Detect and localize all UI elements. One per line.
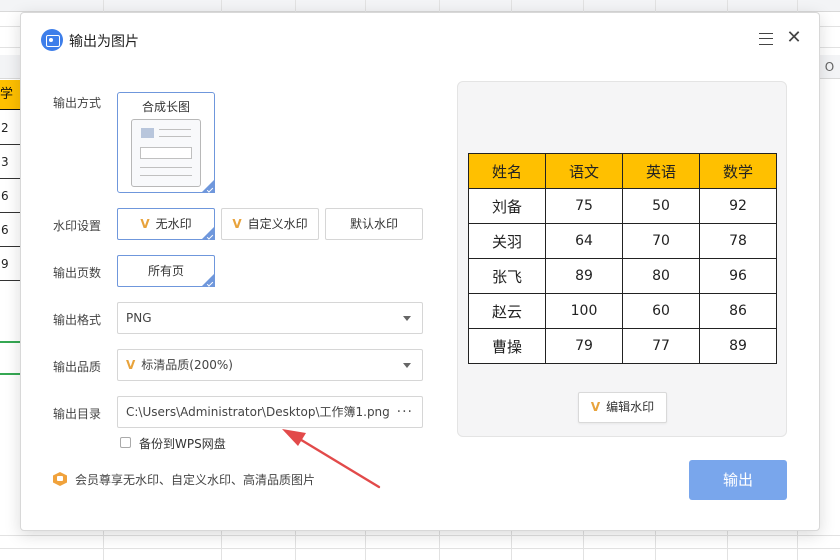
sheet-cell[interactable]: 3 [0, 145, 20, 179]
default-watermark-option[interactable]: 默认水印 [325, 208, 423, 240]
row-header-corner [0, 55, 22, 79]
dialog-header: 输出为图片 ✕ [21, 13, 819, 67]
table-cell: 50 [622, 188, 700, 224]
preview-table: 姓名 语文 英语 数学 刘备 75 50 92 关羽 64 70 78 张飞 8… [468, 153, 777, 364]
table-cell: 78 [699, 223, 777, 259]
chevron-down-icon [403, 316, 411, 321]
chevron-down-icon [403, 363, 411, 368]
sheet-column-header-bar [0, 0, 840, 12]
vip-badge-icon [53, 472, 67, 486]
long-image-option-label: 合成长图 [141, 100, 190, 114]
selected-check-icon [206, 280, 214, 287]
preview-header-cell: 语文 [545, 153, 623, 189]
selected-check-icon [206, 233, 214, 240]
preview-panel: 姓名 语文 英语 数学 刘备 75 50 92 关羽 64 70 78 张飞 8… [457, 81, 787, 437]
all-pages-option[interactable]: 所有页 [117, 255, 215, 287]
watermark-label: 水印设置 [53, 219, 102, 233]
table-cell: 92 [699, 188, 777, 224]
sheet-cell[interactable]: 9 [0, 247, 20, 281]
table-cell: 77 [622, 328, 700, 364]
table-cell: 曹操 [468, 328, 546, 364]
long-image-thumbnail-icon [131, 119, 201, 187]
column-header-o[interactable]: O [818, 55, 840, 79]
custom-watermark-option[interactable]: V 自定义水印 [221, 208, 319, 240]
preview-header-row: 姓名 语文 英语 数学 [468, 153, 777, 189]
pages-label: 输出页数 [53, 266, 102, 280]
custom-watermark-label: 自定义水印 [247, 217, 308, 231]
vip-icon: V [140, 217, 150, 231]
table-row: 赵云 100 60 86 [468, 293, 777, 329]
table-row: 关羽 64 70 78 [468, 223, 777, 259]
sheet-cell[interactable]: 6 [0, 213, 20, 247]
preview-header-cell: 姓名 [468, 153, 546, 189]
long-image-option[interactable]: 合成长图 [117, 92, 215, 193]
table-cell: 96 [699, 258, 777, 294]
table-cell: 79 [545, 328, 623, 364]
table-cell: 100 [545, 293, 623, 329]
vip-icon: V [590, 400, 601, 414]
table-cell: 89 [699, 328, 777, 364]
directory-path: C:\Users\Administrator\Desktop\工作簿1.png [126, 405, 390, 419]
format-select[interactable]: PNG [117, 302, 423, 334]
close-icon[interactable]: ✕ [786, 29, 802, 47]
all-pages-label: 所有页 [147, 264, 184, 278]
table-cell: 60 [622, 293, 700, 329]
table-cell: 89 [545, 258, 623, 294]
selected-check-icon [206, 186, 214, 193]
directory-label: 输出目录 [53, 407, 102, 421]
quality-select[interactable]: V 标清品质(200%) [117, 349, 423, 381]
table-cell: 关羽 [468, 223, 546, 259]
table-cell: 赵云 [468, 293, 546, 329]
format-label: 输出格式 [53, 313, 102, 327]
more-options-icon[interactable]: ··· [397, 397, 413, 427]
table-row: 刘备 75 50 92 [468, 188, 777, 224]
no-watermark-option[interactable]: V 无水印 [117, 208, 215, 240]
table-cell: 刘备 [468, 188, 546, 224]
menu-icon[interactable] [759, 33, 773, 45]
vip-icon: V [232, 217, 242, 231]
selection-border [0, 341, 20, 343]
table-cell: 64 [545, 223, 623, 259]
table-cell: 86 [699, 293, 777, 329]
table-cell: 70 [622, 223, 700, 259]
backup-checkbox[interactable] [120, 437, 131, 448]
table-row: 张飞 89 80 96 [468, 258, 777, 294]
vip-icon: V [126, 358, 136, 372]
table-cell: 75 [545, 188, 623, 224]
table-cell: 张飞 [468, 258, 546, 294]
output-mode-label: 输出方式 [53, 96, 102, 110]
dialog-title: 输出为图片 [69, 34, 139, 50]
quality-label: 输出品质 [53, 360, 102, 374]
preview-header-cell: 数学 [699, 153, 777, 189]
table-cell: 80 [622, 258, 700, 294]
vip-note: 会员尊享无水印、自定义水印、高清品质图片 [53, 471, 315, 488]
edit-watermark-button[interactable]: V 编辑水印 [578, 392, 667, 423]
backup-checkbox-label[interactable]: 备份到WPS网盘 [139, 435, 226, 452]
sheet-cell[interactable]: 6 [0, 179, 20, 213]
selection-border [0, 373, 20, 375]
sheet-header-text: 学 [0, 87, 14, 102]
vip-note-text: 会员尊享无水印、自定义水印、高清品质图片 [75, 473, 316, 487]
table-row: 曹操 79 77 89 [468, 328, 777, 364]
quality-value: 标清品质(200%) [141, 358, 233, 372]
directory-input[interactable]: C:\Users\Administrator\Desktop\工作簿1.png … [117, 396, 423, 428]
sheet-cell[interactable]: 2 [0, 111, 20, 145]
edit-watermark-label: 编辑水印 [606, 400, 655, 414]
no-watermark-label: 无水印 [155, 217, 192, 231]
export-image-dialog: 输出为图片 ✕ 输出方式 合成长图 水印设置 V 无水印 V 自定义水印 默认水印 … [20, 12, 820, 531]
format-value: PNG [126, 311, 152, 325]
default-watermark-label: 默认水印 [349, 217, 398, 231]
preview-header-cell: 英语 [622, 153, 700, 189]
image-export-icon [41, 29, 63, 51]
export-button[interactable]: 输出 [689, 460, 787, 500]
